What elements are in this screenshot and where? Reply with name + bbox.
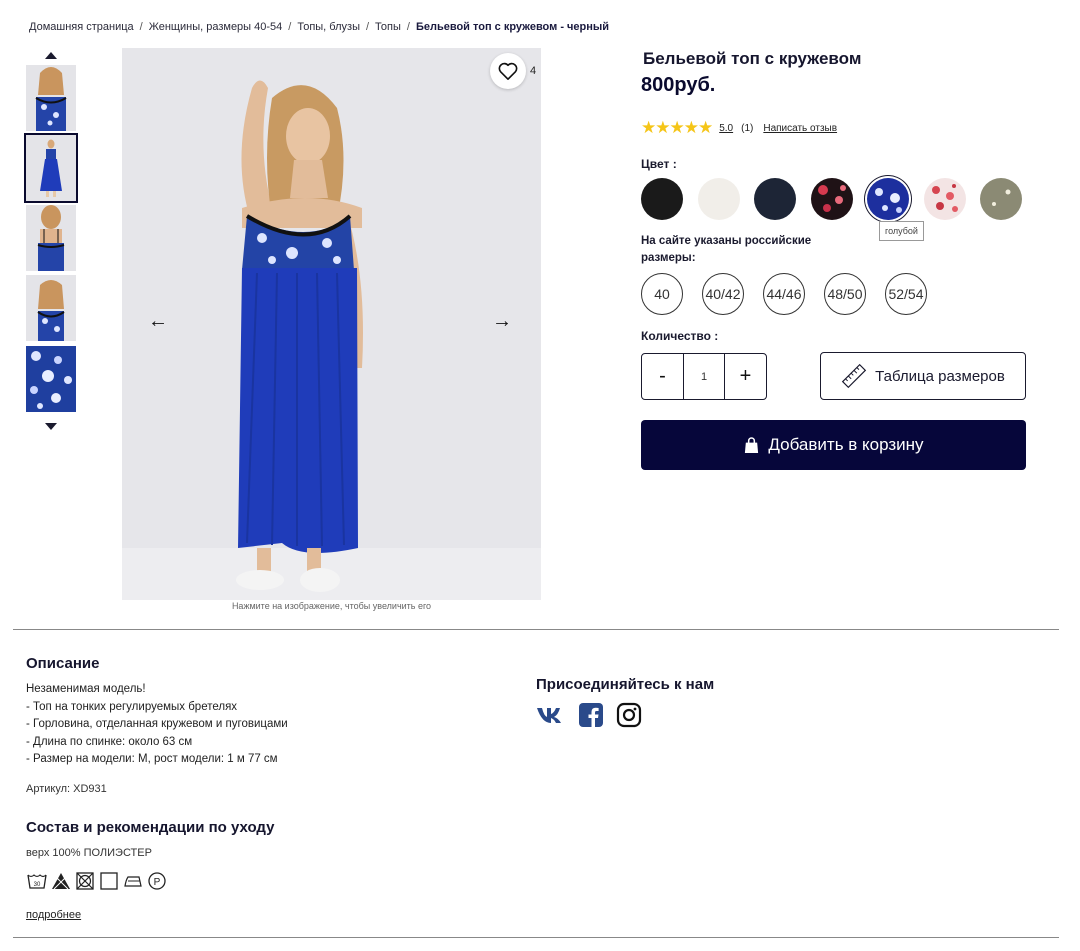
color-swatch-black[interactable] — [641, 178, 683, 220]
size-note: На сайте указаны российские размеры: — [641, 235, 812, 264]
breadcrumb-separator: / — [288, 21, 292, 33]
social-title: Присоединяйтесь к нам — [536, 676, 715, 693]
breadcrumb-separator: / — [139, 21, 143, 33]
thumbnail-front-top[interactable] — [26, 65, 76, 131]
size-chart-label: Таблица размеров — [875, 367, 1005, 385]
thumbnail-front-closeup[interactable] — [26, 275, 76, 341]
section-divider — [13, 629, 1059, 630]
size-option[interactable]: 40 — [641, 273, 683, 315]
facebook-icon[interactable] — [578, 702, 604, 728]
color-label: Цвет : — [641, 157, 677, 171]
color-swatch-black-floral[interactable] — [810, 178, 853, 220]
dry-flat-icon — [100, 872, 118, 890]
product-main-image[interactable] — [122, 48, 541, 600]
description-line: - Топ на тонких регулируемых бретелях — [26, 700, 238, 713]
thumb-scroll-down-icon[interactable] — [45, 423, 57, 430]
more-details-link[interactable]: подробнее — [26, 909, 81, 921]
color-swatch-blue-floral[interactable] — [867, 178, 909, 220]
product-rating: ★★★★★ 5.0 (1) Написать отзыв — [641, 118, 837, 138]
breadcrumb-separator: / — [406, 21, 410, 33]
add-to-cart-label: Добавить в корзину — [768, 435, 924, 454]
care-title: Состав и рекомендации по уходу — [26, 819, 275, 836]
description-title: Описание — [26, 655, 100, 672]
breadcrumb-current: Бельевой топ с кружевом - черный — [415, 21, 610, 33]
heart-icon — [498, 62, 518, 80]
social-links — [536, 702, 654, 728]
prev-image-arrow-icon[interactable]: ← — [148, 310, 168, 333]
next-image-arrow-icon[interactable]: → — [492, 310, 512, 333]
color-swatch-khaki[interactable] — [980, 178, 1022, 220]
dry-clean-p-icon: P — [148, 872, 166, 890]
description-line: - Длина по спинке: около 63 см — [26, 735, 193, 748]
write-review-link[interactable]: Написать отзыв — [763, 123, 837, 134]
color-swatch-red-floral[interactable] — [923, 178, 966, 220]
composition: верх 100% ПОЛИЭСТЕР — [26, 847, 152, 859]
quantity-input[interactable] — [683, 354, 725, 399]
shopping-bag-icon — [745, 436, 759, 453]
color-tooltip: голубой — [879, 221, 924, 241]
breadcrumb-link-tops[interactable]: Топы — [375, 21, 401, 33]
iron-low-icon — [124, 876, 142, 887]
vk-icon[interactable] — [536, 705, 566, 725]
description-line: - Размер на модели: M, рост модели: 1 м … — [26, 753, 278, 765]
rating-value[interactable]: 5.0 — [719, 123, 733, 134]
color-swatch-cream[interactable] — [697, 178, 740, 220]
product-title: Бельевой топ с кружевом — [643, 49, 862, 68]
zoom-hint: Нажмите на изображение, чтобы увеличить … — [231, 601, 432, 611]
size-option[interactable]: 44/46 — [763, 273, 805, 315]
add-to-cart-button[interactable]: Добавить в корзину — [641, 420, 1026, 470]
section-divider — [13, 937, 1059, 938]
article-number: Артикул: XD931 — [26, 783, 107, 795]
description-text: Незаменимая модель! - Топ на тонких регу… — [26, 681, 288, 769]
color-swatch-navy[interactable] — [754, 178, 796, 220]
breadcrumb: Домашняя страница / Женщины, размеры 40-54… — [29, 21, 609, 33]
quantity-increase-button[interactable]: + — [725, 354, 766, 399]
description-line: Незаменимая модель! — [26, 683, 146, 695]
breadcrumb-link-home[interactable]: Домашняя страница — [29, 21, 134, 33]
wash-30-icon: 30 — [27, 874, 47, 889]
thumb-scroll-up-icon[interactable] — [45, 52, 57, 59]
no-tumble-dry-icon — [76, 872, 94, 890]
size-option[interactable]: 52/54 — [885, 273, 927, 315]
quantity-decrease-button[interactable]: - — [642, 354, 683, 399]
wishlist-button[interactable] — [490, 53, 526, 89]
product-price: 800руб. — [641, 74, 716, 96]
thumbnail-fabric-pattern[interactable] — [26, 346, 76, 412]
thumbnail-back[interactable] — [26, 205, 76, 271]
rating-stars-icon: ★★★★★ — [641, 118, 713, 137]
color-swatches — [641, 178, 1037, 220]
care-icons: 30 P — [26, 871, 170, 891]
description-line: - Горловина, отделанная кружевом и пугов… — [26, 718, 288, 730]
no-bleach-icon — [52, 873, 70, 890]
svg-text:P: P — [154, 877, 161, 888]
size-chart-button[interactable]: Таблица размеров — [820, 352, 1026, 400]
size-options: 40 40/42 44/46 48/50 52/54 — [641, 273, 946, 315]
quantity-label: Количество : — [641, 329, 719, 343]
wishlist-count: 4 — [530, 65, 537, 77]
svg-text:30: 30 — [34, 882, 41, 888]
instagram-icon[interactable] — [616, 702, 642, 728]
rating-count: (1) — [741, 122, 754, 134]
breadcrumb-link-women[interactable]: Женщины, размеры 40-54 — [149, 21, 283, 33]
thumbnail-full-outfit[interactable] — [24, 133, 78, 203]
breadcrumb-link-tops-blouses[interactable]: Топы, блузы — [297, 21, 360, 33]
size-option[interactable]: 40/42 — [702, 273, 744, 315]
quantity-stepper: - + — [641, 353, 767, 400]
size-option[interactable]: 48/50 — [824, 273, 866, 315]
breadcrumb-separator: / — [365, 21, 370, 33]
ruler-icon — [841, 363, 867, 389]
